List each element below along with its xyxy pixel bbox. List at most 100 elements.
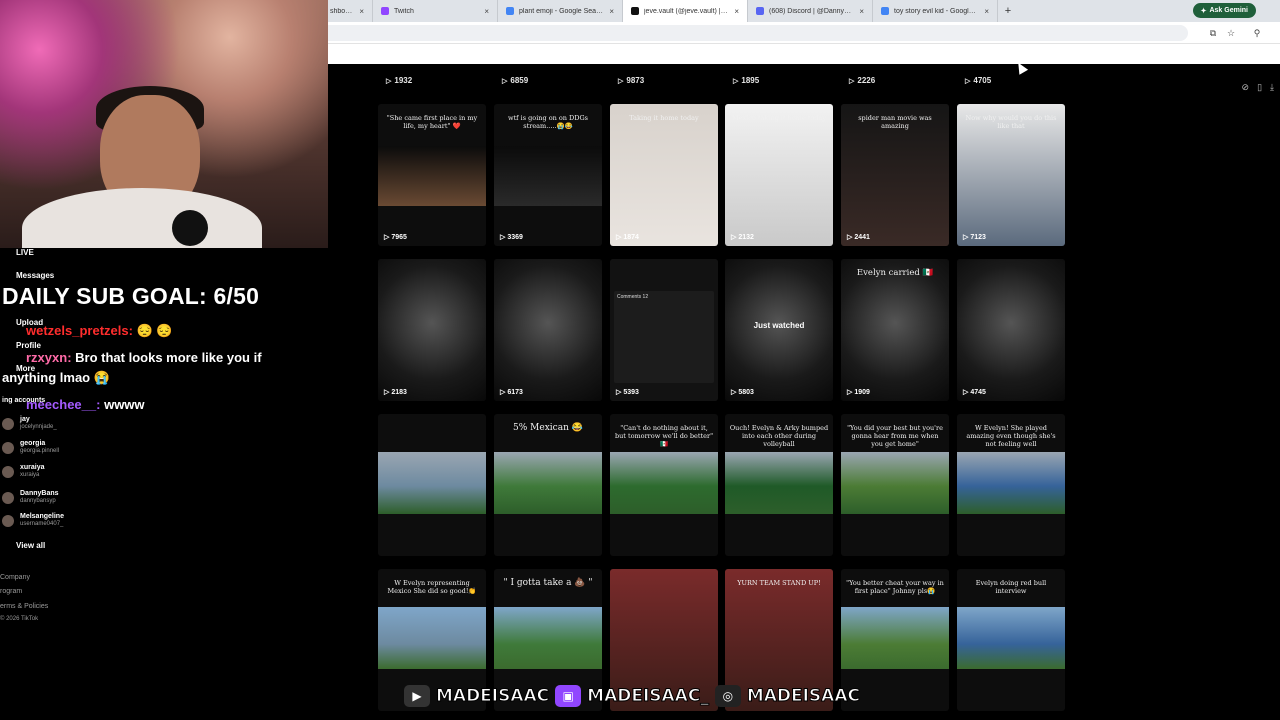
just-watched-label: Just watched bbox=[753, 321, 805, 330]
tab-tiktok[interactable]: jeve.vault (@jeve.vault) | TikTok × bbox=[623, 0, 748, 22]
thumbnail-image bbox=[494, 607, 602, 669]
video-caption: "She came first place in my life, my hea… bbox=[386, 114, 478, 130]
footer-program-link[interactable]: rogram bbox=[0, 588, 22, 595]
messages-nav-item[interactable]: Messages bbox=[16, 271, 54, 280]
video-thumbnail[interactable]: Now why would you do this like that 7123 bbox=[957, 104, 1065, 246]
view-count: 7123 bbox=[963, 233, 986, 241]
view-count: 2183 bbox=[384, 388, 407, 396]
account-item[interactable]: Melsangeline username0407_ bbox=[2, 513, 64, 528]
comments-header: Comments 12 bbox=[617, 294, 649, 300]
close-icon[interactable]: × bbox=[734, 7, 739, 16]
tiktok-icon bbox=[631, 7, 639, 15]
thumbnail-image bbox=[841, 607, 949, 669]
video-thumbnail[interactable]: spider man movie was amazing 2441 bbox=[841, 104, 949, 246]
thumbnail-image bbox=[378, 607, 486, 669]
view-count: 7965 bbox=[384, 233, 407, 241]
video-thumbnail[interactable]: Evelyn carried 🇲🇽 1909 bbox=[841, 259, 949, 401]
close-icon[interactable]: × bbox=[609, 7, 614, 16]
thumbnail-image bbox=[957, 607, 1065, 669]
video-thumbnail[interactable]: Taking it home today 1874 bbox=[610, 104, 718, 246]
microphone-icon bbox=[172, 210, 208, 246]
download-icon[interactable]: ⤓ bbox=[1270, 82, 1274, 93]
new-tab-button[interactable]: + bbox=[998, 5, 1018, 17]
view-count: 2226 bbox=[849, 76, 875, 85]
close-icon[interactable]: × bbox=[359, 7, 364, 16]
video-thumbnail[interactable]: W Evelyn! She played amazing even though… bbox=[957, 414, 1065, 556]
video-thumbnail[interactable]: 6173 bbox=[494, 259, 602, 401]
install-icon[interactable]: ⧉ bbox=[1206, 26, 1220, 40]
video-caption: "Can't do nothing about it, but tomorrow… bbox=[614, 424, 714, 448]
video-thumbnail[interactable]: 4745 bbox=[957, 259, 1065, 401]
video-thumbnail[interactable] bbox=[378, 414, 486, 556]
chat-username: wetzels_pretzels: bbox=[26, 323, 133, 338]
view-count: 1932 bbox=[386, 76, 412, 85]
bookmark-star-icon[interactable]: ☆ bbox=[1224, 26, 1238, 40]
chat-text: anything lmao 😭 bbox=[2, 370, 110, 385]
video-thumbnail[interactable]: 5% Mexican 😂 bbox=[494, 414, 602, 556]
instagram-handle: MADEISAAC bbox=[746, 686, 860, 707]
google-icon bbox=[881, 7, 889, 15]
video-thumbnail[interactable]: "She came first place in my life, my hea… bbox=[378, 104, 486, 246]
view-all-link[interactable]: View all bbox=[16, 541, 45, 550]
youtube-handle: MADEISAAC bbox=[435, 686, 550, 707]
avatar bbox=[2, 417, 14, 430]
close-icon[interactable]: × bbox=[984, 7, 989, 16]
youtube-icon: ▶ bbox=[404, 685, 430, 707]
live-nav-item[interactable]: LIVE bbox=[16, 248, 34, 257]
video-thumbnail[interactable]: Ouch! Evelyn & Arky bumped into each oth… bbox=[725, 414, 833, 556]
account-item[interactable]: xuraiya xuraiya bbox=[2, 464, 45, 479]
view-count: 6859 bbox=[502, 76, 528, 85]
view-count: 2132 bbox=[731, 233, 754, 241]
video-caption: Taking it home today bbox=[629, 114, 699, 122]
account-item[interactable]: DannyBans dannybansyp bbox=[2, 490, 59, 505]
page-header-strip bbox=[328, 44, 1280, 64]
thumbnail-image bbox=[725, 104, 833, 246]
chat-message: rzxyxn: Bro that looks more like you if bbox=[2, 348, 262, 368]
account-item[interactable]: jay jocelynnjade_ bbox=[2, 416, 57, 431]
tab-plant-emoji[interactable]: plant emoji - Google Search × bbox=[498, 0, 623, 22]
compass-icon[interactable]: ⊘ bbox=[1242, 82, 1250, 93]
avatar bbox=[2, 491, 14, 504]
view-count: 3369 bbox=[500, 233, 523, 241]
url-input[interactable] bbox=[328, 25, 1188, 41]
thumbnail-image bbox=[378, 259, 486, 401]
thumbnail-image bbox=[841, 259, 949, 401]
avatar bbox=[2, 465, 14, 478]
view-count: 1895 bbox=[733, 76, 759, 85]
footer-terms-link[interactable]: erms & Policies bbox=[0, 603, 48, 610]
video-thumbnail[interactable]: "Can't do nothing about it, but tomorrow… bbox=[610, 414, 718, 556]
account-item[interactable]: georgia georgia.pinnell bbox=[2, 440, 59, 455]
footer-company-link[interactable]: Company bbox=[0, 574, 30, 581]
thumbnail-image bbox=[610, 452, 718, 514]
tab-dashboard[interactable]: shboard Lo × bbox=[328, 0, 373, 22]
video-thumbnail[interactable]: 2183 bbox=[378, 259, 486, 401]
webcam-feed bbox=[0, 0, 328, 248]
sparkle-icon: ✦ bbox=[1200, 7, 1207, 15]
phone-icon[interactable]: ▯ bbox=[1257, 82, 1262, 93]
thumbnail-image bbox=[957, 452, 1065, 514]
thumbnail-image bbox=[494, 259, 602, 401]
video-thumbnail[interactable]: "You did your best but you're gonna hear… bbox=[841, 414, 949, 556]
tab-twitch[interactable]: Twitch × bbox=[373, 0, 498, 22]
google-icon bbox=[506, 7, 514, 15]
tiktok-left-nav: LIVE Messages Upload Profile More ing ac… bbox=[0, 248, 328, 720]
video-caption: spider man movie was amazing bbox=[858, 114, 932, 130]
thumbnail-image bbox=[725, 452, 833, 514]
address-bar: ⧉ ☆ ⚲ bbox=[328, 22, 1280, 44]
close-icon[interactable]: × bbox=[484, 7, 489, 16]
ask-gemini-button[interactable]: ✦ Ask Gemini bbox=[1192, 3, 1256, 18]
close-icon[interactable]: × bbox=[859, 7, 864, 16]
video-thumbnail[interactable]: Just watched 5803 bbox=[725, 259, 833, 401]
video-thumbnail[interactable]: Evelyn doing red bull interview bbox=[957, 569, 1065, 711]
avatar bbox=[2, 514, 14, 527]
twitch-icon: ▣ bbox=[555, 685, 582, 707]
video-thumbnail[interactable]: wtf is going on on DDGs stream.....😭😂 336… bbox=[494, 104, 602, 246]
tab-discord[interactable]: (608) Discord | @DannyBans × bbox=[748, 0, 873, 22]
chat-message-continued: anything lmao 😭 bbox=[2, 368, 110, 388]
view-count: 2441 bbox=[847, 233, 870, 241]
video-thumbnail[interactable]: Mexico taking it home today 2132 bbox=[725, 104, 833, 246]
video-thumbnail[interactable]: Comments 12 5393 bbox=[610, 259, 718, 401]
extensions-icon[interactable]: ⚲ bbox=[1250, 26, 1264, 40]
thumbnail-image bbox=[725, 259, 833, 401]
tab-toy-story[interactable]: toy story evil kid - Google Sear × bbox=[873, 0, 998, 22]
